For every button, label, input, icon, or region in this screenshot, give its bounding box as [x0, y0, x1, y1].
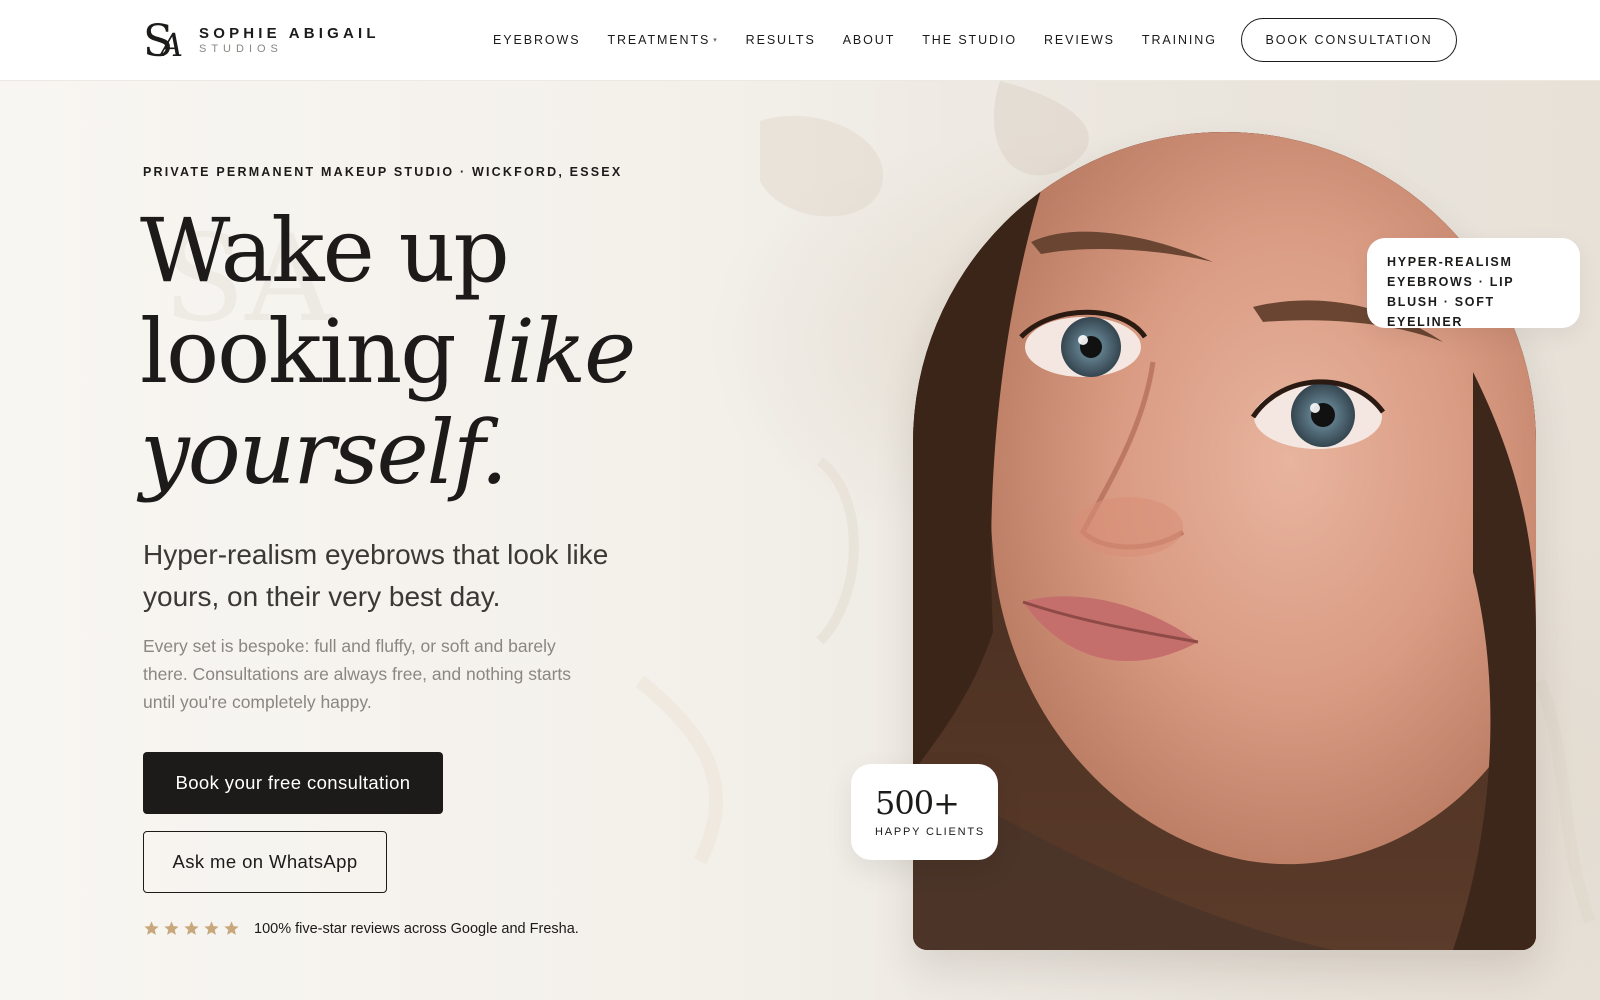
star-icon	[164, 921, 179, 935]
star-rating	[143, 920, 240, 937]
nav-item-eyebrows[interactable]: EYEBROWS	[493, 33, 580, 47]
rating-text: 100% five-star reviews across Google and…	[254, 920, 579, 937]
star-icon	[184, 921, 199, 935]
brand-wordmark: SOPHIE ABIGAIL STUDIOS	[199, 25, 380, 56]
nav-item-treatments[interactable]: TREATMENTS ▾	[607, 33, 718, 47]
nav-item-label: TRAINING	[1141, 33, 1217, 47]
site-header: S A SOPHIE ABIGAIL STUDIOS EYEBROWS TREAT…	[0, 0, 1600, 81]
nav-item-label: RESULTS	[745, 33, 816, 47]
happy-clients-label: HAPPY CLIENTS	[875, 826, 986, 838]
book-free-consultation-button[interactable]: Book your free consultation	[143, 752, 443, 814]
star-icon	[224, 921, 239, 935]
nav-item-label: ABOUT	[842, 33, 896, 47]
nav-item-label: REVIEWS	[1043, 33, 1115, 47]
headline-line-3: yourself.	[140, 402, 740, 503]
headline-line-2-plain: looking	[140, 300, 481, 403]
review-rating: 100% five-star reviews across Google and…	[143, 920, 579, 937]
happy-clients-count: 500+	[875, 784, 960, 822]
headline-line-2: looking like	[140, 301, 740, 402]
headline-line-3-italic: yourself.	[140, 401, 508, 504]
star-icon	[204, 921, 219, 935]
headline-line-2-italic: like	[480, 300, 637, 403]
nav-item-label: EYEBROWS	[493, 33, 581, 47]
nav-item-training[interactable]: TRAINING	[1142, 33, 1217, 47]
happy-clients-badge: 500+ HAPPY CLIENTS	[851, 764, 998, 860]
svg-text:A: A	[157, 26, 183, 62]
brand-logo[interactable]: S A SOPHIE ABIGAIL STUDIOS	[143, 18, 380, 62]
book-consultation-button[interactable]: BOOK CONSULTATION	[1241, 18, 1457, 62]
hero-body: Every set is bespoke: full and fluffy, o…	[143, 636, 572, 712]
services-badge: HYPER-REALISM EYEBROWS · LIP BLUSH · SOF…	[1367, 238, 1580, 329]
nav-item-reviews[interactable]: REVIEWS	[1044, 33, 1115, 47]
brand-name: SOPHIE ABIGAIL	[199, 24, 380, 42]
nav-item-results[interactable]: RESULTS	[746, 33, 816, 47]
star-icon	[144, 921, 159, 935]
nav-item-label: TREATMENTS	[607, 33, 711, 47]
nav-item-the-studio[interactable]: THE STUDIO	[922, 33, 1017, 47]
nav-item-about[interactable]: ABOUT	[843, 33, 896, 47]
brand-subtitle: STUDIOS	[199, 42, 283, 55]
services-badge-text: HYPER-REALISM EYEBROWS · LIP BLUSH · SOF…	[1387, 255, 1515, 329]
sa-monogram-icon: S A	[143, 18, 183, 62]
headline-line-1: Wake up	[140, 199, 510, 302]
whatsapp-button[interactable]: Ask me on WhatsApp	[143, 831, 387, 893]
chevron-down-icon: ▾	[713, 37, 719, 44]
hero-subhead: Hyper-realism eyebrows that look like yo…	[143, 539, 609, 612]
hero-headline: Wake up looking like yourself.	[140, 200, 740, 503]
main-nav: EYEBROWS TREATMENTS ▾ RESULTS ABOUT THE STUDI…	[493, 33, 1244, 47]
hero-eyebrow: PRIVATE PERMANENT MAKEUP STUDIO · WICKFO…	[143, 165, 623, 179]
nav-item-label: THE STUDIO	[922, 33, 1017, 47]
